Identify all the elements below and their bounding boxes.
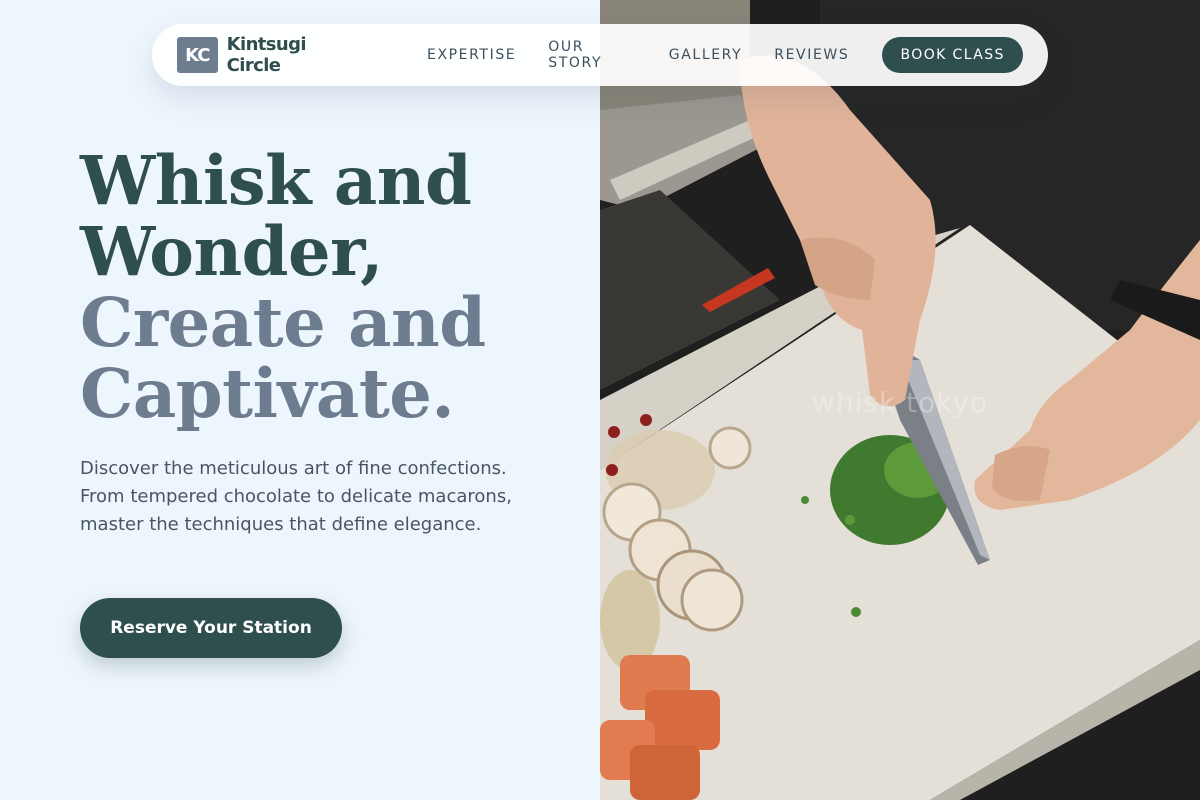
hero-headline: Whisk and Wonder, Create and Captivate. [80,145,580,429]
headline-line-4: Captivate. [80,354,455,433]
photo-watermark: whisk tokyo [812,386,989,419]
brand-logo[interactable]: KC Kintsugi Circle [177,34,361,76]
headline-line-2: Wonder, [80,212,383,291]
nav-links: EXPERTISE OUR STORY GALLERY REVIEWS BOOK… [427,37,1023,73]
brand-name: Kintsugi Circle [226,34,307,76]
nav-link-reviews[interactable]: REVIEWS [774,47,849,63]
book-class-button[interactable]: BOOK CLASS [882,37,1023,73]
top-navigation: KC Kintsugi Circle EXPERTISE OUR STORY G… [152,24,1048,86]
headline-line-3: Create and [80,283,486,362]
nav-link-expertise[interactable]: EXPERTISE [427,47,516,63]
nav-link-gallery[interactable]: GALLERY [669,47,742,63]
hero-section: Whisk and Wonder, Create and Captivate. … [0,0,600,800]
logo-mark-icon: KC [177,37,218,73]
hero-photo: whisk tokyo [600,0,1200,800]
hero-description: Discover the meticulous art of fine conf… [80,458,512,535]
headline-line-1: Whisk and [80,141,472,220]
reserve-station-button[interactable]: Reserve Your Station [80,598,342,658]
nav-link-our-story[interactable]: OUR STORY [548,39,637,71]
